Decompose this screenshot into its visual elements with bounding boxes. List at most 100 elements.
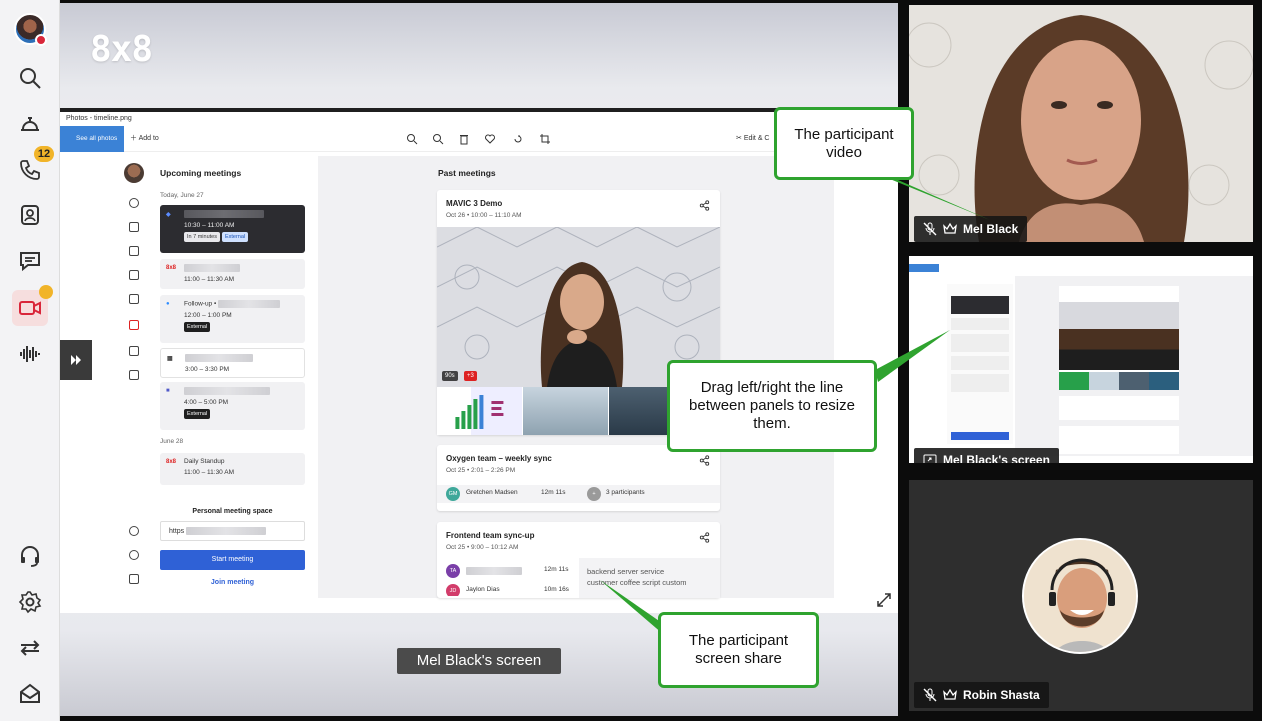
share-icon[interactable] bbox=[699, 455, 710, 466]
mini-folder-icon bbox=[129, 370, 139, 380]
teams-logo-icon: ■ bbox=[166, 388, 170, 394]
add-to-button[interactable]: ＋ Add to bbox=[130, 126, 159, 152]
mini-meeting-card bbox=[951, 318, 1009, 330]
mini-briefcase-icon bbox=[129, 222, 139, 232]
mini-past-panel bbox=[1015, 276, 1253, 456]
starts-in-tag: In 7 minutes bbox=[184, 232, 220, 242]
mic-muted-icon bbox=[923, 688, 937, 702]
start-meeting-button[interactable]: Start meeting bbox=[160, 550, 305, 570]
join-meeting-link[interactable]: Join meeting bbox=[160, 579, 305, 586]
meeting-card[interactable]: ■ 4:00 – 5:00 PM External bbox=[160, 382, 305, 430]
callout-resize-panels: Drag left/right the line between panels … bbox=[667, 360, 877, 452]
meeting-card[interactable]: ▦ 3:00 – 3:30 PM bbox=[160, 348, 305, 378]
mini-recording-image bbox=[1059, 302, 1179, 370]
viewer-toolbar: See all photos ＋ Add to ✂ Edit & C bbox=[60, 126, 898, 152]
meeting-date: Oct 25 bbox=[446, 544, 466, 551]
favorite-icon[interactable] bbox=[484, 133, 496, 145]
external-tag: External bbox=[221, 232, 249, 242]
meeting-time: 2:01 – 2:26 PM bbox=[471, 467, 516, 474]
settings-button[interactable] bbox=[12, 584, 48, 620]
pms-title: Personal meeting space bbox=[192, 508, 273, 515]
meeting-time: 4:00 – 5:00 PM bbox=[184, 399, 229, 406]
callout-screen-share: The participant screen share bbox=[658, 612, 819, 688]
past-meeting-card[interactable]: Frontend team sync-up Oct 25 • 9:00 – 10… bbox=[437, 522, 720, 598]
support-button[interactable] bbox=[12, 538, 48, 574]
mini-chat-icon bbox=[129, 294, 139, 304]
phone-icon bbox=[20, 160, 40, 180]
reception-button[interactable] bbox=[12, 106, 48, 142]
participant-name-chip: Mel Black's screen bbox=[914, 448, 1059, 463]
mini-headset-icon bbox=[129, 526, 139, 536]
mini-start-button bbox=[951, 432, 1009, 440]
webex-logo-icon: ◆ bbox=[166, 212, 171, 218]
search-button[interactable] bbox=[12, 60, 48, 96]
meeting-title: Follow-up • bbox=[184, 300, 217, 308]
gear-icon bbox=[18, 591, 42, 614]
mini-past-card bbox=[1059, 396, 1179, 420]
rotate-icon[interactable] bbox=[512, 133, 524, 145]
thumbnail-chart-image bbox=[455, 395, 504, 429]
meeting-window: 12 8x8 Photos - timeline.png See all pho… bbox=[0, 0, 1262, 721]
mini-past-card bbox=[1059, 286, 1179, 390]
past-meeting-title: MAVIC 3 Demo bbox=[446, 199, 503, 208]
redacted-title bbox=[184, 264, 240, 272]
participant-screen-tile[interactable]: Mel Black's screen bbox=[909, 256, 1253, 463]
host-crown-icon bbox=[943, 222, 957, 234]
waveform-icon bbox=[20, 346, 40, 362]
brand-logo: 8x8 bbox=[90, 29, 153, 70]
share-icon[interactable] bbox=[699, 532, 710, 543]
mini-video-icon bbox=[129, 320, 139, 330]
mini-contacts-icon bbox=[129, 270, 139, 280]
date-june-28: June 28 bbox=[160, 438, 184, 445]
meeting-date: Oct 26 bbox=[446, 212, 466, 219]
participant-row: GM Gretchen Madsen 12m 11s + 3 participa… bbox=[437, 485, 720, 503]
inbox-button[interactable] bbox=[12, 676, 48, 712]
contacts-button[interactable] bbox=[12, 197, 48, 233]
upcoming-title: Upcoming meetings bbox=[160, 168, 242, 178]
thumbnail-drone[interactable] bbox=[522, 387, 608, 435]
participant-video-tile[interactable]: Mel Black bbox=[909, 5, 1253, 242]
mini-past-card bbox=[1059, 426, 1179, 454]
redacted-title bbox=[184, 210, 264, 218]
inbox-icon bbox=[20, 683, 40, 703]
redacted-url bbox=[186, 527, 267, 535]
collapse-panel-button[interactable] bbox=[60, 340, 92, 380]
share-icon[interactable] bbox=[699, 200, 710, 211]
pms-url-field[interactable]: https bbox=[160, 521, 305, 541]
mini-thumbnail-strip bbox=[1059, 372, 1179, 390]
edit-create-button[interactable]: ✂ Edit & C bbox=[736, 126, 770, 152]
mini-meeting-card bbox=[951, 356, 1009, 370]
participant-row: JD Jaylon Dias 10m 16s bbox=[446, 582, 576, 596]
service-bell-icon bbox=[21, 117, 39, 131]
external-tag: External bbox=[184, 409, 211, 419]
mini-upcoming-panel bbox=[947, 284, 1013, 444]
delete-icon[interactable] bbox=[458, 133, 470, 145]
meeting-card[interactable]: ◆ 10:30 – 11:00 AM In 7 minutes External bbox=[160, 205, 305, 253]
crop-icon[interactable] bbox=[539, 133, 551, 145]
participant-name-chip: Robin Shasta bbox=[914, 682, 1049, 708]
meeting-time: 3:00 – 3:30 PM bbox=[185, 366, 230, 373]
see-all-photos-button[interactable]: See all photos bbox=[60, 126, 124, 152]
participant-video-image bbox=[909, 5, 1253, 242]
mini-phone-icon bbox=[129, 246, 139, 256]
screen-share-label: Mel Black's screen bbox=[397, 648, 561, 674]
meeting-time: 11:00 – 11:30 AM bbox=[184, 469, 234, 476]
chat-button[interactable] bbox=[12, 243, 48, 279]
meeting-card[interactable]: 8x8 11:00 – 11:30 AM bbox=[160, 259, 305, 289]
voice-button[interactable] bbox=[12, 336, 48, 372]
fullscreen-icon[interactable] bbox=[876, 592, 892, 608]
meeting-date: Oct 25 bbox=[446, 467, 466, 474]
my-avatar[interactable] bbox=[14, 13, 47, 46]
thumbnail-chart[interactable] bbox=[437, 387, 522, 435]
switch-button[interactable] bbox=[12, 630, 48, 666]
screen-share-icon bbox=[923, 454, 937, 463]
meeting-card[interactable]: ● Follow-up • 12:00 – 1:00 PM External bbox=[160, 295, 305, 343]
participant-avatar bbox=[1022, 538, 1138, 654]
swap-arrows-icon bbox=[20, 640, 40, 656]
zoom-in-icon[interactable] bbox=[406, 133, 418, 145]
participant-avatar-tile[interactable]: Robin Shasta bbox=[909, 480, 1253, 711]
zoom-out-icon[interactable] bbox=[432, 133, 444, 145]
past-meeting-card[interactable]: Oxygen team – weekly sync Oct 25 • 2:01 … bbox=[437, 445, 720, 511]
meeting-card[interactable]: 8x8 Daily Standup 11:00 – 11:30 AM bbox=[160, 453, 305, 485]
date-today: Today, June 27 bbox=[160, 192, 204, 199]
